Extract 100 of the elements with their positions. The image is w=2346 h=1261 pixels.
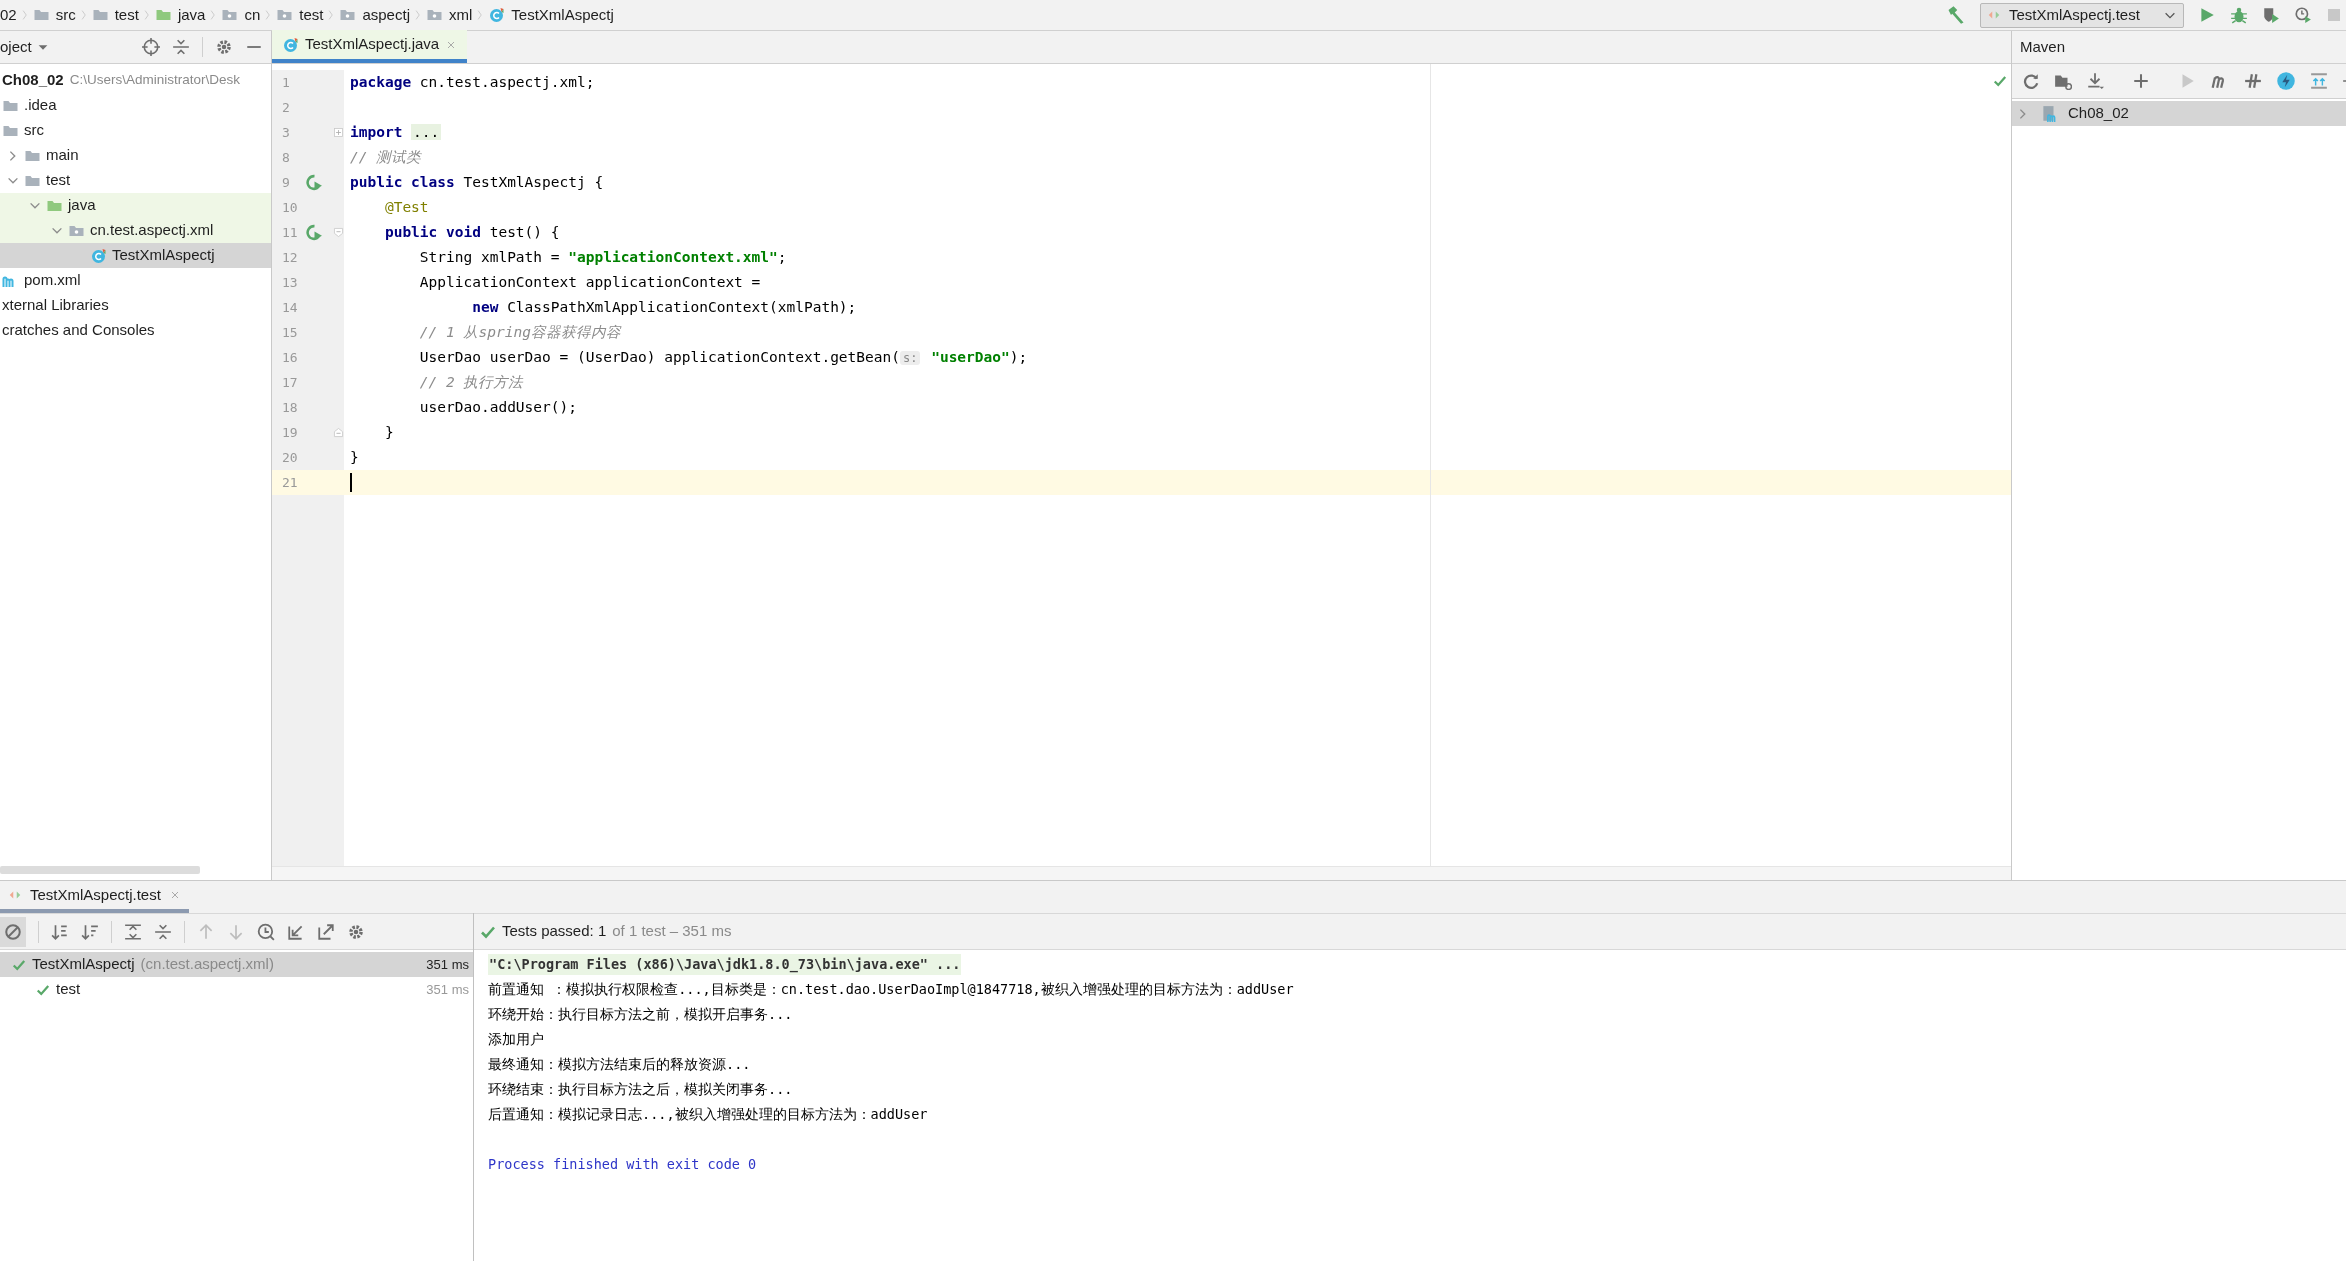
collapse-icon[interactable] [172, 38, 190, 56]
history-icon[interactable] [257, 922, 275, 941]
tree-item[interactable]: cratches and Consoles [0, 318, 271, 343]
code-line: package cn.test.aspectj.xml; [350, 72, 595, 92]
sort-duration-icon[interactable] [81, 922, 99, 941]
console-line: 添加用户 [488, 1030, 544, 1050]
line-number: 14 [282, 299, 298, 315]
shield-run-icon[interactable] [2262, 6, 2280, 24]
item-label: pom.xml [24, 270, 81, 291]
item-label: main [46, 145, 79, 166]
run-configuration-dropdown[interactable]: TestXmlAspectj.test [1980, 2, 2184, 28]
tree-item[interactable]: main [0, 143, 271, 168]
tree-item[interactable]: .idea [0, 93, 271, 118]
bug-icon[interactable] [2230, 6, 2248, 24]
breadcrumb-item[interactable]: test [91, 3, 139, 27]
code-line: ApplicationContext applicationContext = [418, 272, 761, 292]
tree-item[interactable]: TestXmlAspectj [0, 243, 271, 268]
code-line: // 2 执行方法 [418, 372, 524, 392]
folder-refresh-icon[interactable] [2054, 72, 2072, 90]
line-number: 1 [282, 74, 290, 90]
test-name: test [56, 979, 81, 1000]
lightning-icon[interactable] [2276, 71, 2296, 91]
line-number: 16 [282, 349, 298, 365]
code-line: import ... [350, 122, 442, 142]
refresh-icon[interactable] [2022, 72, 2040, 90]
tree-item[interactable]: cn.test.aspectj.xml [0, 218, 271, 243]
line-number: 10 [282, 199, 298, 215]
hammer-icon[interactable] [1946, 5, 1966, 25]
settings-icon[interactable] [347, 922, 365, 941]
expand-icon[interactable] [2310, 72, 2328, 90]
run-icon[interactable] [2198, 6, 2216, 24]
item-label: java [68, 195, 96, 216]
breadcrumb-item[interactable]: src [32, 3, 76, 27]
test-row[interactable]: test 351 ms [0, 977, 473, 1002]
line-number: 20 [282, 449, 298, 465]
line-number: 2 [282, 99, 290, 115]
breadcrumb-item[interactable]: xml [425, 3, 473, 27]
expand-all-icon[interactable] [124, 922, 142, 941]
tree-item[interactable]: test [0, 168, 271, 193]
tree-item[interactable]: src [0, 118, 271, 143]
class-icon [488, 7, 506, 23]
editor-tab[interactable]: TestXmlAspectj.java [272, 30, 468, 63]
test-duration: 351 ms [426, 980, 469, 999]
target-icon[interactable] [142, 38, 160, 56]
maven-module-icon [2040, 104, 2058, 123]
export-icon[interactable] [317, 922, 335, 941]
line-number: 15 [282, 324, 298, 340]
item-label: test [46, 170, 71, 191]
toggle-offline-icon[interactable] [2244, 72, 2262, 90]
add-icon[interactable] [2132, 72, 2150, 90]
fold-plus-icon[interactable] [332, 126, 345, 139]
horizontal-scrollbar[interactable] [272, 866, 2011, 880]
tree-item[interactable]: pom.xml [0, 268, 271, 293]
code-line: } [383, 422, 394, 442]
item-path: C:\Users\Administrator\Desk [69, 71, 240, 90]
breadcrumb-item[interactable]: aspectj [339, 3, 410, 27]
clock-run-icon[interactable] [2294, 6, 2312, 24]
console-line: 前置通知 ：模拟执行权限检查...,目标类是：cn.test.dao.UserDaoImpl@1847718,被织入增强处理的目标方法为：addUser [488, 980, 1294, 1000]
panel-title[interactable]: oject [0, 35, 32, 59]
test-row[interactable]: TestXmlAspectj (cn.test.aspectj.xml) 351 ms [0, 952, 473, 977]
console-line: 环绕开始：执行目标方法之前，模拟开启事务... [488, 1005, 793, 1025]
tree-item[interactable]: java [0, 193, 271, 218]
breadcrumb-item[interactable]: test [276, 3, 324, 27]
breadcrumb-item[interactable]: 02 [0, 3, 17, 27]
code-line: public void test() { [383, 222, 560, 242]
item-label: cratches and Consoles [2, 320, 155, 341]
scrollbar[interactable] [0, 866, 200, 874]
download-icon[interactable] [2086, 72, 2104, 90]
code-line: // 1 从spring容器获得内容 [418, 322, 621, 342]
breadcrumb-item[interactable]: java [154, 3, 206, 27]
tree-item[interactable]: xternal Libraries [0, 293, 271, 318]
line-number: 12 [282, 249, 298, 265]
line-number: 9 [282, 174, 290, 190]
package-icon [425, 7, 443, 23]
class-icon [90, 247, 107, 264]
cancel-icon[interactable] [4, 922, 22, 941]
item-label: .idea [24, 95, 57, 116]
test-package: (cn.test.aspectj.xml) [140, 954, 274, 975]
code-line: new ClassPathXmlApplicationContext(xmlPath); [471, 297, 857, 317]
tree-item[interactable]: Ch08_02 C:\Users\Administrator\Desk [0, 68, 271, 93]
breadcrumb-item[interactable]: cn [221, 3, 261, 27]
inspection-ok-icon[interactable] [1993, 74, 2007, 88]
line-number: 13 [282, 274, 298, 290]
collapse-all-icon[interactable] [154, 922, 172, 941]
code-line: // 测试类 [350, 147, 422, 167]
tree-item[interactable]: Ch08_02 [2012, 101, 2346, 126]
item-label: TestXmlAspectj [112, 245, 215, 266]
line-number: 3 [282, 124, 290, 140]
sort-icon[interactable] [51, 922, 69, 941]
line-number: 8 [282, 149, 290, 165]
test-duration: 351 ms [426, 955, 469, 974]
package-icon [276, 7, 294, 23]
line-number: 21 [282, 474, 298, 490]
run-test-icon[interactable] [306, 174, 323, 191]
run-test-icon[interactable] [306, 224, 323, 241]
item-label: src [24, 120, 44, 141]
panel-title: Maven [2020, 36, 2066, 57]
code-line: public class TestXmlAspectj { [350, 172, 604, 192]
breadcrumb-item[interactable]: TestXmlAspectj [488, 3, 614, 27]
settings-icon[interactable] [215, 38, 233, 56]
